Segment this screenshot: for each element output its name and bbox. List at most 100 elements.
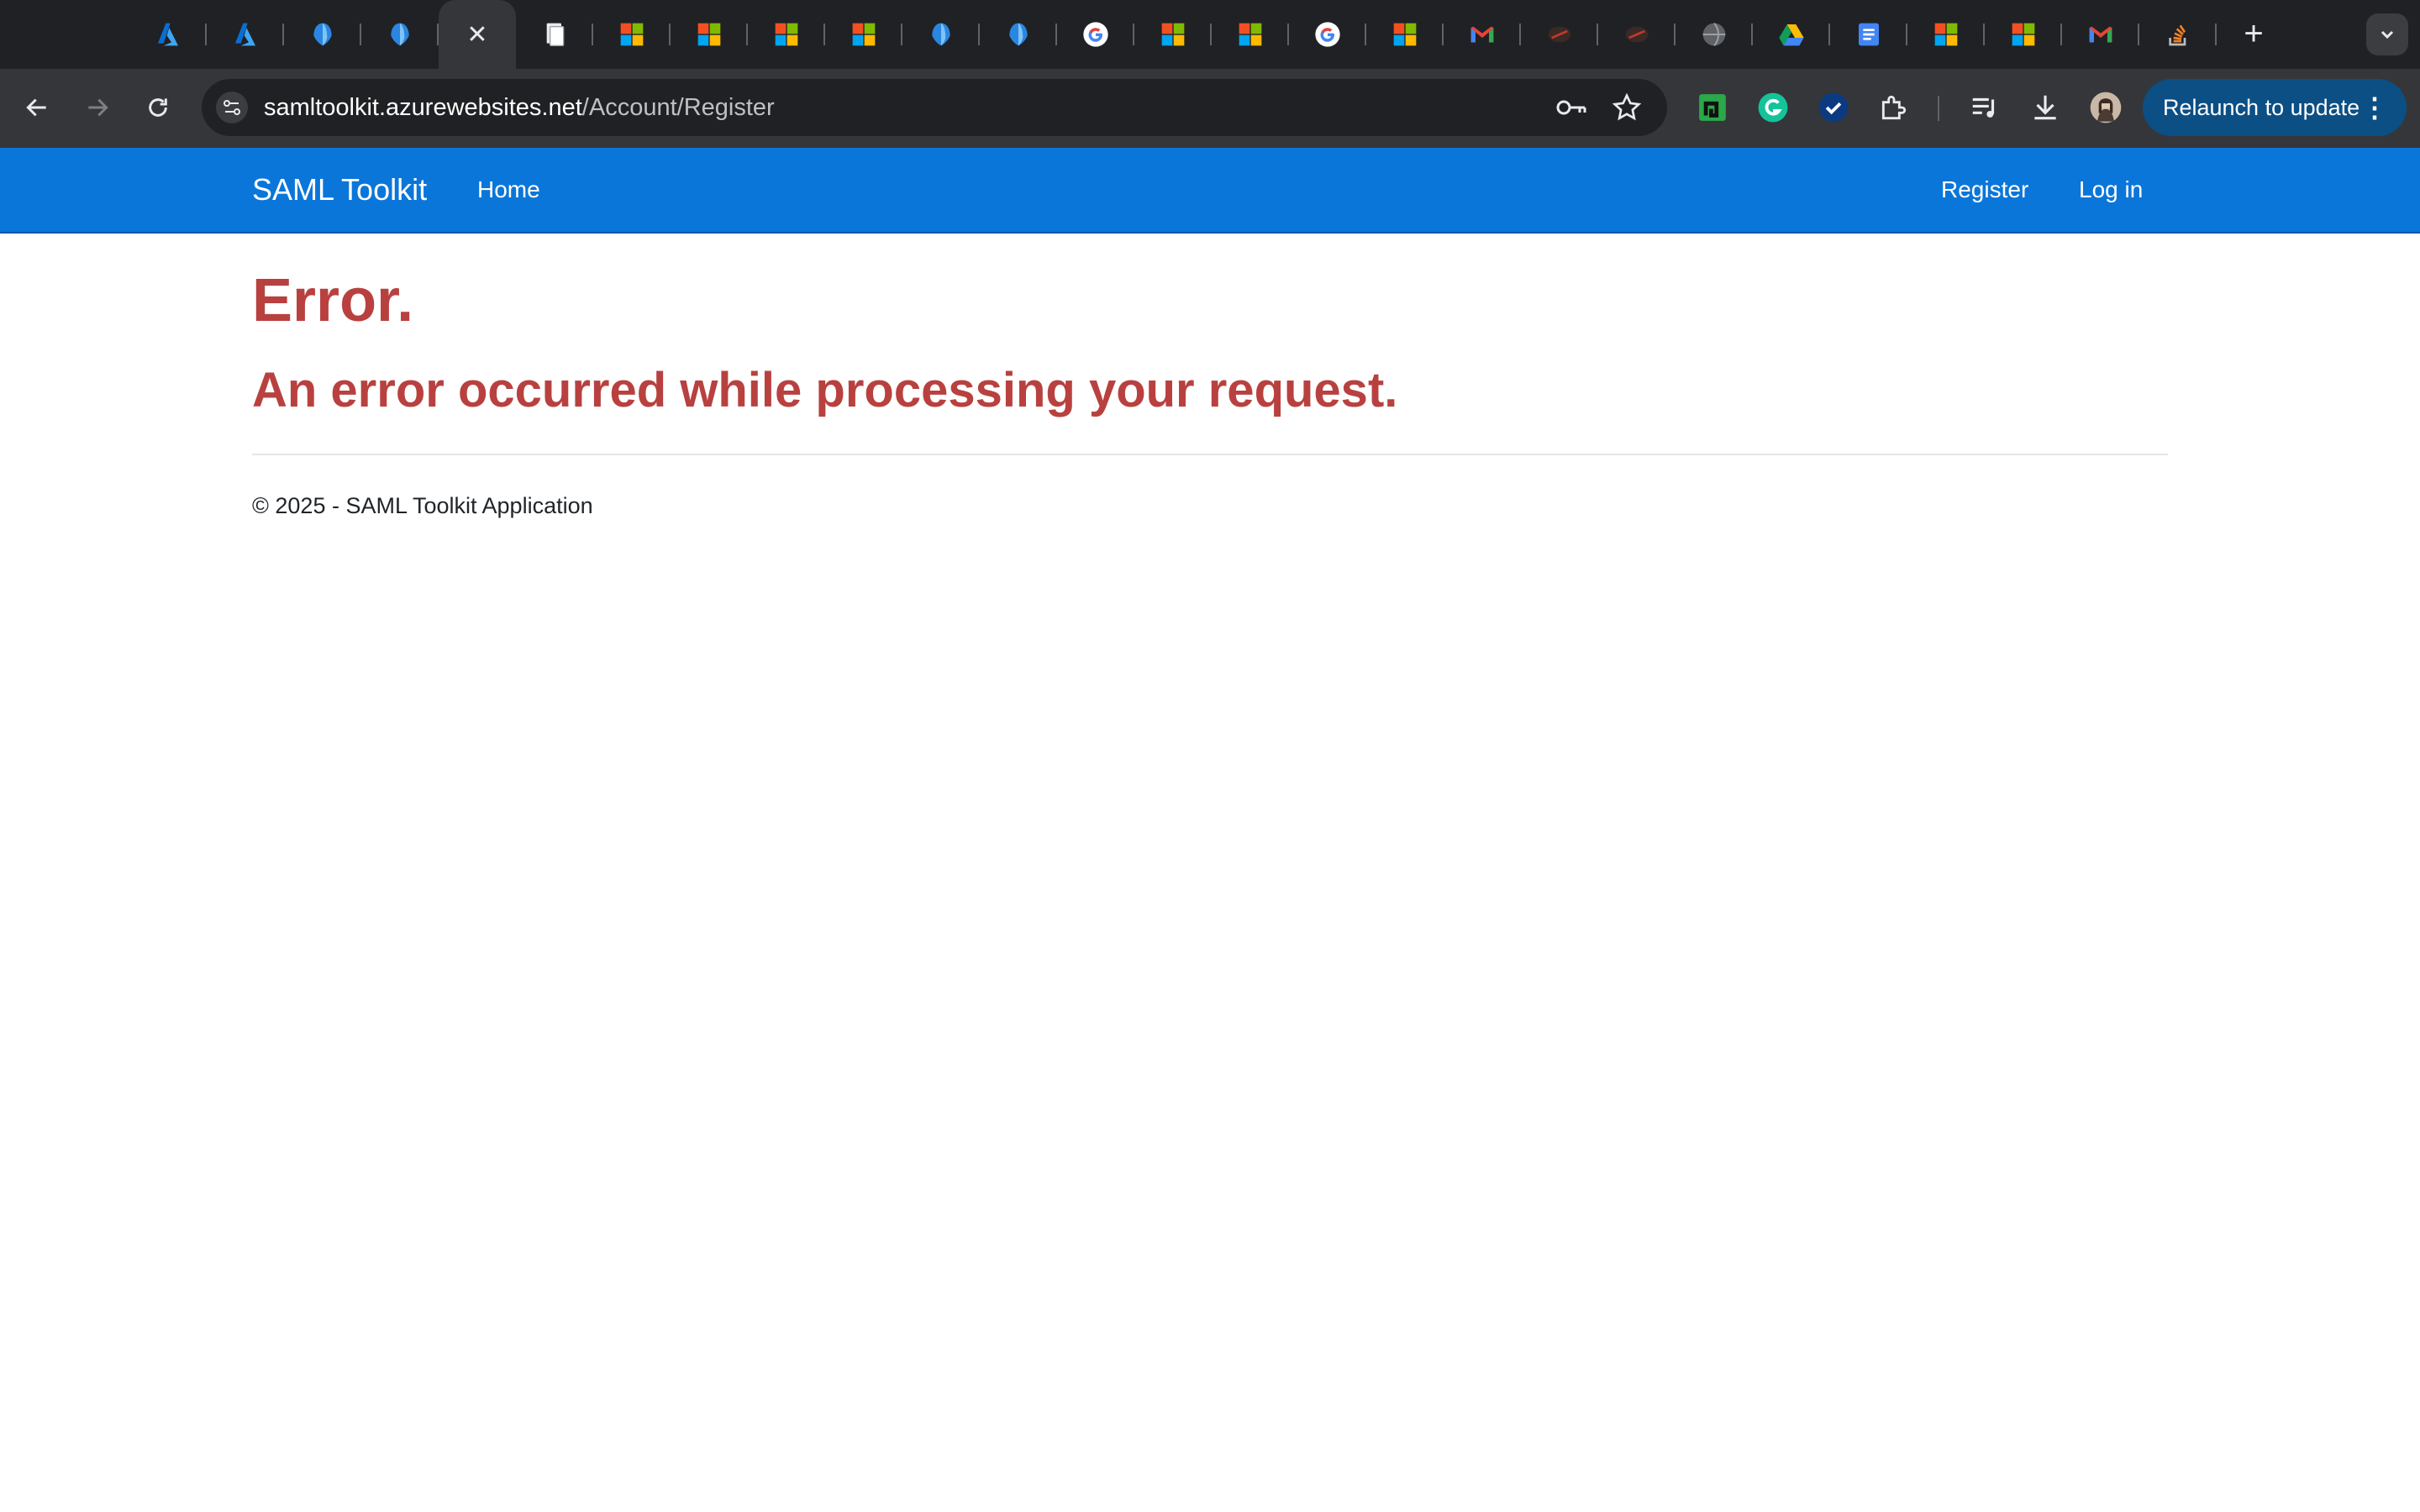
reload-icon xyxy=(149,98,167,117)
browser-tab-strip: ✕ + xyxy=(0,0,2420,69)
url-host: samltoolkit.azurewebsites.net xyxy=(264,94,582,121)
extensions-button[interactable] xyxy=(1876,89,1912,126)
chevron-down-icon xyxy=(2381,30,2394,39)
browser-tab[interactable] xyxy=(671,0,748,69)
document-icon xyxy=(541,21,568,48)
reload-button[interactable] xyxy=(138,87,178,128)
dark-app-icon xyxy=(1546,21,1573,48)
gmail-icon xyxy=(2087,21,2114,48)
microsoft-icon xyxy=(1237,21,1264,48)
browser-tab[interactable] xyxy=(980,0,1057,69)
microsoft-icon xyxy=(1160,21,1186,48)
google-drive-icon xyxy=(1778,21,1805,48)
nav-login-link[interactable]: Log in xyxy=(2079,148,2143,232)
media-control-button[interactable] xyxy=(1966,89,2003,126)
nav-home-link[interactable]: Home xyxy=(477,148,540,232)
back-button[interactable] xyxy=(17,87,57,128)
browser-tab[interactable] xyxy=(1134,0,1212,69)
browser-tab[interactable] xyxy=(1830,0,1907,69)
puzzle-icon xyxy=(1881,95,1907,120)
azure-icon xyxy=(155,21,182,48)
relaunch-label: Relaunch to update xyxy=(2163,95,2360,120)
close-icon[interactable]: ✕ xyxy=(466,20,487,50)
google-icon xyxy=(1082,21,1109,48)
browser-tab[interactable] xyxy=(1598,0,1676,69)
key-icon[interactable] xyxy=(1555,94,1588,121)
site-navbar: SAML Toolkit Home Register Log in xyxy=(0,148,2420,234)
browser-tab[interactable] xyxy=(825,0,902,69)
forward-arrow-icon xyxy=(88,98,108,117)
nav-register-link[interactable]: Register xyxy=(1941,148,2028,232)
globe-icon xyxy=(1701,21,1728,48)
new-tab-button[interactable]: + xyxy=(2233,15,2274,55)
error-title: Error. xyxy=(252,267,414,334)
checkmark-icon xyxy=(1818,92,1849,123)
browser-tab[interactable] xyxy=(1753,0,1830,69)
browser-tab[interactable] xyxy=(1521,0,1598,69)
browser-tab[interactable] xyxy=(2062,0,2139,69)
azure-icon xyxy=(232,21,259,48)
browser-tab[interactable] xyxy=(361,0,439,69)
grammarly-button[interactable] xyxy=(1754,89,1791,126)
forward-button[interactable] xyxy=(77,87,118,128)
entra-icon xyxy=(387,21,413,48)
entra-icon xyxy=(1005,21,1032,48)
site-settings-icon[interactable] xyxy=(215,91,249,124)
back-arrow-icon xyxy=(26,98,46,117)
download-icon xyxy=(2034,95,2056,120)
google-docs-icon xyxy=(1855,21,1882,48)
browser-tab[interactable] xyxy=(516,0,593,69)
profile-button[interactable] xyxy=(2087,89,2124,126)
microsoft-icon xyxy=(2010,21,2037,48)
browser-toolbar: samltoolkit.azurewebsites.net/Account/Re… xyxy=(0,69,2420,148)
downloads-button[interactable] xyxy=(2027,89,2064,126)
gmail-icon xyxy=(1469,21,1496,48)
site-brand-link[interactable]: SAML Toolkit xyxy=(252,148,427,232)
browser-tab-active[interactable]: ✕ xyxy=(439,0,516,69)
browser-tab[interactable] xyxy=(1985,0,2062,69)
browser-tab[interactable] xyxy=(1366,0,1444,69)
google-icon xyxy=(1314,21,1341,48)
browser-tab[interactable] xyxy=(1289,0,1366,69)
footer-divider xyxy=(252,454,2168,455)
microsoft-icon xyxy=(696,21,723,48)
browser-tab[interactable] xyxy=(593,0,671,69)
tab-search-button[interactable] xyxy=(2366,13,2408,55)
toolbar-divider xyxy=(1938,96,1939,121)
extension-green-icon xyxy=(1699,94,1726,121)
footer-text: © 2025 - SAML Toolkit Application xyxy=(252,493,593,518)
stack-overflow-icon xyxy=(2165,21,2191,48)
grammarly-icon xyxy=(1758,92,1788,123)
browser-tab[interactable] xyxy=(1907,0,1985,69)
avatar-icon xyxy=(2090,92,2122,123)
bookmark-star-icon[interactable] xyxy=(1612,92,1642,123)
browser-tab[interactable] xyxy=(1212,0,1289,69)
microsoft-icon xyxy=(618,21,645,48)
browser-menu-icon[interactable]: ⋮ xyxy=(2361,79,2388,136)
browser-tab[interactable] xyxy=(284,0,361,69)
browser-tab[interactable] xyxy=(748,0,825,69)
browser-tab[interactable] xyxy=(2139,0,2217,69)
microsoft-icon xyxy=(1392,21,1418,48)
dark-app-icon xyxy=(1623,21,1650,48)
browser-tab[interactable] xyxy=(1444,0,1521,69)
microsoft-icon xyxy=(1933,21,1960,48)
url-text: samltoolkit.azurewebsites.net/Account/Re… xyxy=(264,79,775,136)
entra-icon xyxy=(309,21,336,48)
address-bar[interactable]: samltoolkit.azurewebsites.net/Account/Re… xyxy=(202,79,1667,136)
playlist-icon xyxy=(1972,97,1995,118)
tab-separator xyxy=(2215,24,2217,45)
extension-green-button[interactable] xyxy=(1694,89,1731,126)
browser-tab[interactable] xyxy=(902,0,980,69)
error-message: An error occurred while processing your … xyxy=(252,363,1398,417)
checkmark-extension-button[interactable] xyxy=(1815,89,1852,126)
entra-icon xyxy=(928,21,955,48)
browser-tab[interactable] xyxy=(1676,0,1753,69)
microsoft-icon xyxy=(773,21,800,48)
browser-tab[interactable] xyxy=(1057,0,1134,69)
browser-tab[interactable] xyxy=(129,0,207,69)
browser-tab[interactable] xyxy=(207,0,284,69)
url-path: /Account/Register xyxy=(581,94,775,121)
relaunch-update-button[interactable]: Relaunch to update ⋮ xyxy=(2143,79,2407,136)
microsoft-icon xyxy=(850,21,877,48)
